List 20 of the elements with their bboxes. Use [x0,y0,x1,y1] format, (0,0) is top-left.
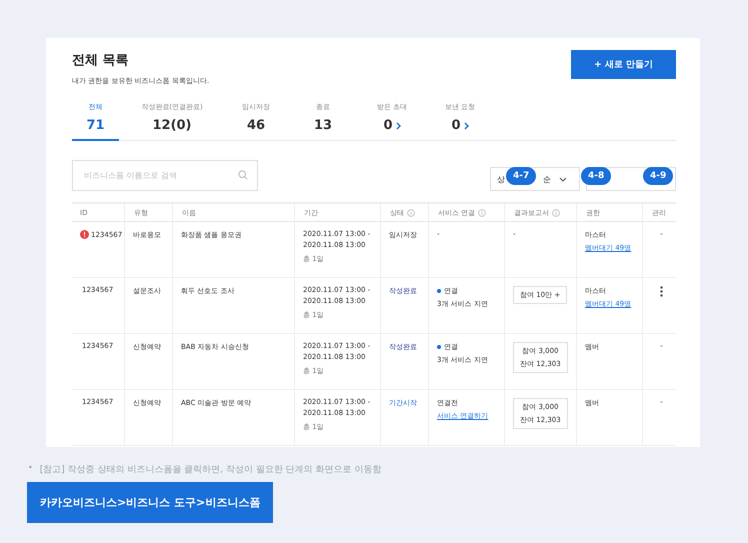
chevron-right-icon [396,122,401,130]
annotation-tooltip: 4-7 [506,167,536,185]
annotation-tooltip: 4-9 [643,167,674,185]
page-title: 전체 목록 [72,52,130,69]
search-field[interactable]: 비즈니스폼 이름으로 검색 [72,160,258,191]
info-icon [407,208,415,216]
breadcrumb-button[interactable]: 카카오비즈니스>비즈니스 도구>비즈니스폼 [27,482,274,523]
annotation-tooltip: 4-8 [581,167,612,185]
chevron-down-icon [559,176,567,182]
status-dot-icon [437,345,441,349]
create-button[interactable]: + 새로 만들기 [571,50,676,79]
status-dot-icon [437,289,441,293]
alert-icon [80,230,89,239]
info-icon [552,208,560,216]
chevron-right-icon [464,122,469,130]
search-icon [238,170,248,180]
info-icon [478,208,486,216]
more-menu-icon[interactable] [660,286,663,297]
note-text: [참고] 작성중 상태의 비즈니스폼을 클릭하면, 작성이 필요한 단계의 화면으로 이동함 [40,464,382,476]
bullet-icon: • [28,463,33,476]
